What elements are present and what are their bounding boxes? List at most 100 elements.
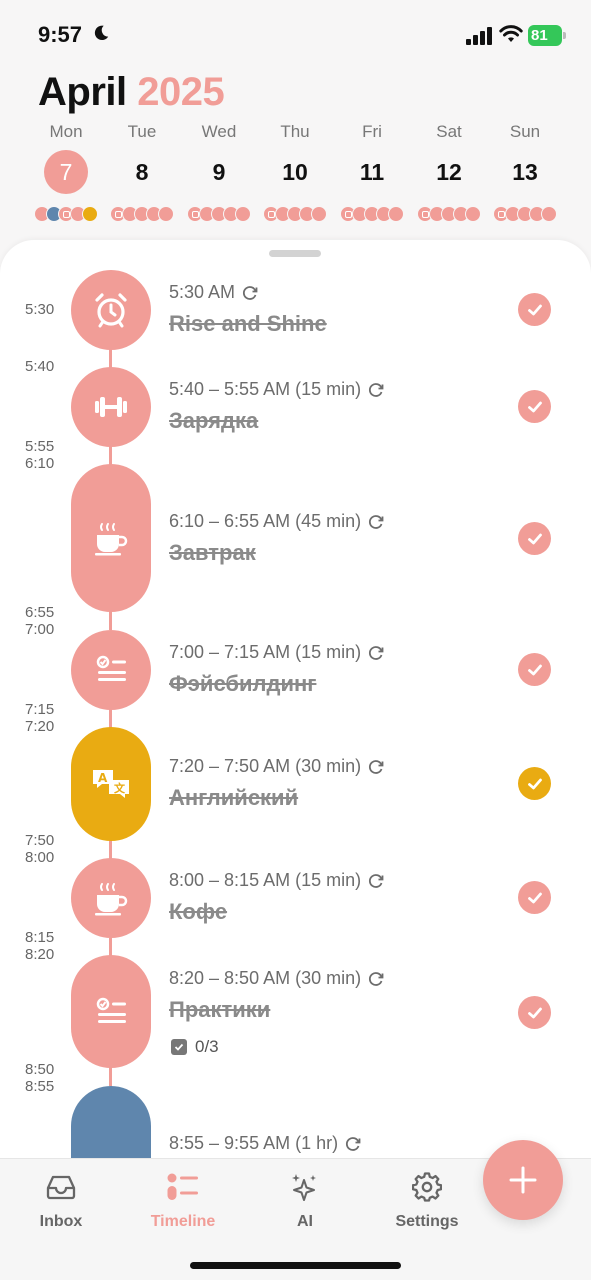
day-number: 11 bbox=[359, 159, 385, 185]
timeline-connector bbox=[109, 445, 112, 465]
event-time-text: 8:00 – 8:15 AM (15 min) bbox=[169, 870, 362, 890]
tab-inbox[interactable]: Inbox bbox=[1, 1169, 121, 1231]
month-title[interactable]: April 2025 bbox=[38, 70, 225, 115]
translate-icon: A 文 bbox=[93, 770, 129, 798]
time-label: 8:15 bbox=[25, 929, 55, 946]
time-label: 7:20 bbox=[25, 718, 55, 735]
day-event-dots bbox=[411, 206, 487, 222]
event-icon-zavtrak[interactable] bbox=[71, 464, 151, 612]
checklist-icon bbox=[96, 655, 126, 681]
week-strip: Mon 7 Tue 8 Wed 9 Thu 10 Fri 11 Sat 12 S… bbox=[28, 120, 564, 230]
event-time-text: 8:20 – 8:50 AM (30 min) bbox=[169, 968, 362, 988]
day-fri[interactable]: Fri 11 bbox=[334, 120, 410, 222]
tab-label: Inbox bbox=[39, 1213, 83, 1230]
timeline-connector bbox=[109, 348, 112, 368]
event-title[interactable]: Зарядка bbox=[169, 408, 258, 434]
day-event-dots bbox=[28, 206, 104, 222]
repeat-icon bbox=[369, 759, 384, 774]
event-title[interactable]: Кофе bbox=[169, 899, 227, 925]
day-tue[interactable]: Tue 8 bbox=[104, 120, 180, 222]
event-time-text: 5:30 AM bbox=[169, 282, 236, 302]
event-title[interactable]: Английский bbox=[169, 785, 298, 811]
event-time: 7:20 – 7:50 AM (30 min) bbox=[169, 756, 385, 777]
checkmark-icon bbox=[527, 892, 542, 903]
month-label: April bbox=[38, 70, 127, 114]
complete-checkmark[interactable] bbox=[518, 996, 551, 1029]
event-time: 7:00 – 7:15 AM (15 min) bbox=[169, 642, 385, 663]
day-name: Thu bbox=[280, 122, 310, 141]
event-title[interactable]: Rise and Shine bbox=[169, 311, 327, 337]
timeline-sheet[interactable]: 5:30 5:40 5:55 6:10 6:55 7:00 7:15 7:20 … bbox=[0, 240, 591, 1280]
event-title[interactable]: Практики bbox=[169, 997, 270, 1023]
tab-timeline[interactable]: Timeline bbox=[123, 1169, 243, 1231]
time-label: 7:15 bbox=[25, 701, 55, 718]
sheet-grabber[interactable] bbox=[269, 250, 321, 257]
event-title[interactable]: Завтрак bbox=[169, 540, 256, 566]
timeline-connector bbox=[109, 840, 112, 860]
time-label: 8:50 bbox=[25, 1061, 55, 1078]
day-event-dots bbox=[104, 206, 180, 222]
tab-settings[interactable]: Settings bbox=[367, 1169, 487, 1231]
tab-ai[interactable]: AI bbox=[245, 1169, 365, 1231]
day-name: Tue bbox=[127, 122, 157, 141]
coffee-cup-icon bbox=[95, 883, 128, 916]
complete-checkmark[interactable] bbox=[518, 767, 551, 800]
tab-label: AI bbox=[297, 1213, 313, 1230]
time-label: 7:50 bbox=[25, 832, 55, 849]
day-sat[interactable]: Sat 12 bbox=[411, 120, 487, 222]
coffee-cup-icon bbox=[95, 523, 128, 556]
battery-level: 81 bbox=[531, 27, 548, 44]
complete-checkmark[interactable] bbox=[518, 522, 551, 555]
day-thu[interactable]: Thu 10 bbox=[257, 120, 333, 222]
repeat-icon bbox=[346, 1136, 361, 1151]
time-label: 5:40 bbox=[25, 358, 55, 375]
alarm-clock-icon bbox=[95, 293, 127, 328]
moon-icon bbox=[94, 25, 109, 41]
event-time-text: 6:10 – 6:55 AM (45 min) bbox=[169, 511, 362, 531]
event-title[interactable]: Фэйсбилдинг bbox=[169, 671, 316, 697]
time-label: 8:20 bbox=[25, 946, 55, 963]
repeat-icon bbox=[369, 382, 384, 397]
event-icon-facebuilding[interactable] bbox=[71, 630, 151, 710]
time-label: 5:55 bbox=[25, 438, 55, 455]
event-icon-practices[interactable] bbox=[71, 955, 151, 1068]
day-name: Sat bbox=[436, 122, 462, 141]
subtask-progress[interactable]: 0/3 bbox=[171, 1037, 219, 1057]
svg-text:A: A bbox=[98, 771, 108, 785]
event-time: 8:55 – 9:55 AM (1 hr) bbox=[169, 1133, 362, 1154]
day-mon[interactable]: Mon 7 bbox=[28, 120, 104, 222]
event-icon-rise-and-shine[interactable] bbox=[71, 270, 151, 350]
day-number: 7 bbox=[44, 150, 88, 194]
day-wed[interactable]: Wed 9 bbox=[181, 120, 257, 222]
checkmark-icon bbox=[527, 664, 542, 675]
sparkles-icon bbox=[292, 1174, 316, 1201]
day-number: 10 bbox=[282, 159, 308, 185]
status-time: 9:57 bbox=[38, 22, 83, 47]
event-icon-english[interactable]: A 文 bbox=[71, 727, 151, 841]
timeline-connector bbox=[109, 708, 112, 728]
complete-checkmark[interactable] bbox=[518, 390, 551, 423]
timeline-list-icon bbox=[167, 1173, 198, 1200]
day-event-dots bbox=[487, 206, 563, 222]
day-number: 8 bbox=[135, 159, 149, 185]
checkmark-icon bbox=[527, 1007, 542, 1018]
svg-text:文: 文 bbox=[114, 781, 126, 795]
event-icon-coffee[interactable] bbox=[71, 858, 151, 938]
repeat-icon bbox=[243, 285, 258, 300]
cellular-signal-icon bbox=[466, 27, 492, 45]
plus-icon bbox=[509, 1166, 537, 1194]
repeat-icon bbox=[369, 645, 384, 660]
complete-checkmark[interactable] bbox=[518, 881, 551, 914]
time-label: 5:30 bbox=[25, 301, 55, 318]
repeat-icon bbox=[369, 514, 384, 529]
event-time: 5:30 AM bbox=[169, 282, 259, 303]
complete-checkmark[interactable] bbox=[518, 293, 551, 326]
add-event-button[interactable] bbox=[483, 1140, 563, 1220]
event-time: 8:00 – 8:15 AM (15 min) bbox=[169, 870, 385, 891]
day-name: Wed bbox=[201, 122, 237, 141]
event-icon-zaryadka[interactable] bbox=[71, 367, 151, 447]
complete-checkmark[interactable] bbox=[518, 653, 551, 686]
checkbox-icon bbox=[171, 1039, 187, 1055]
day-sun[interactable]: Sun 13 bbox=[487, 120, 563, 222]
timeline-connector bbox=[109, 610, 112, 630]
